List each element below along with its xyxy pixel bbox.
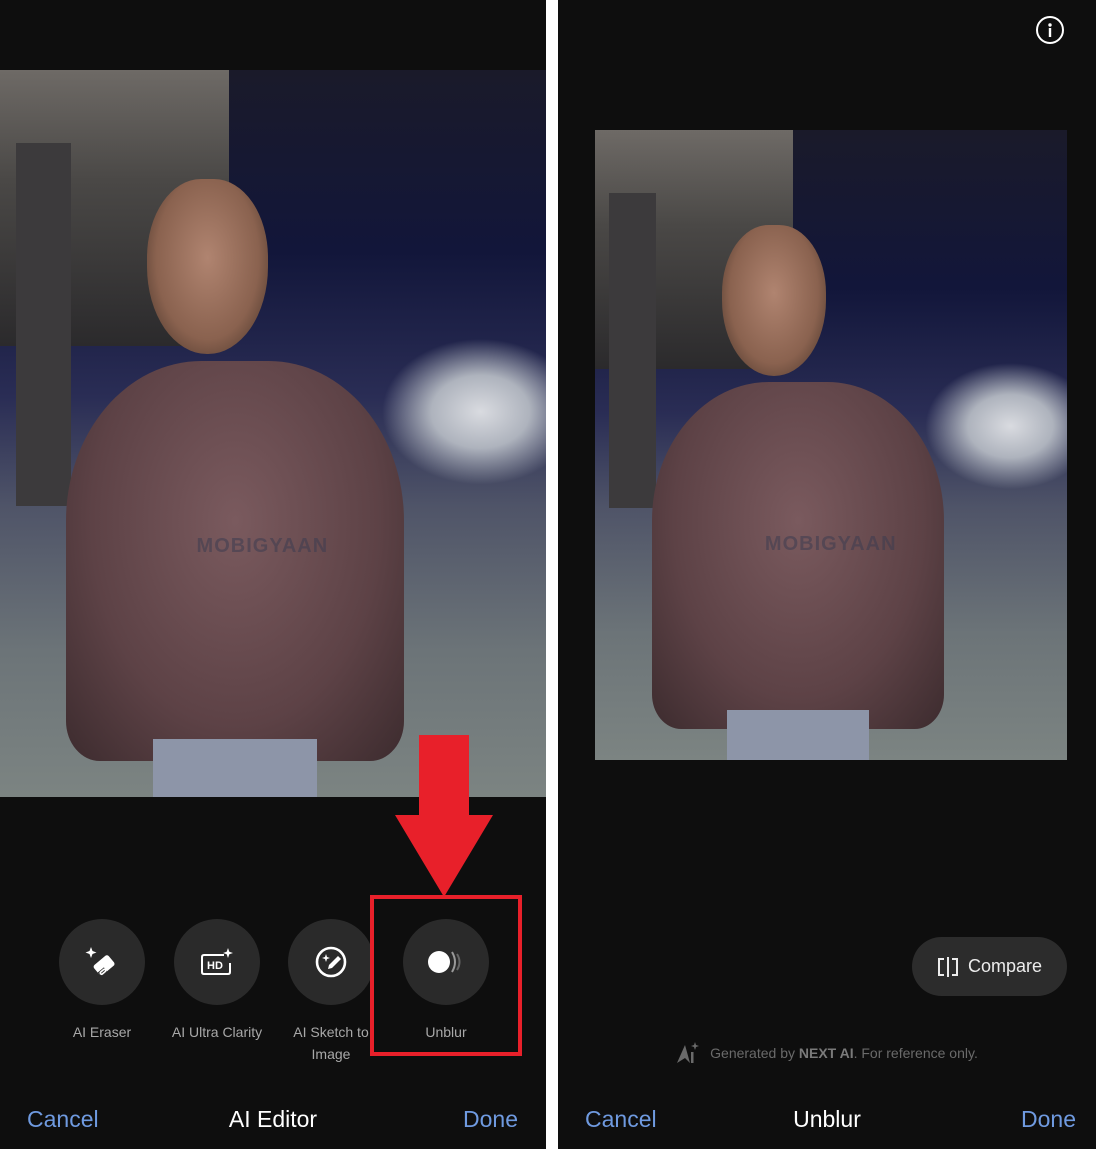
ai-sparkle-icon (677, 1042, 700, 1063)
subject-head (722, 224, 827, 376)
tool-button[interactable]: HD (174, 919, 260, 1005)
done-button[interactable]: Done (463, 1106, 518, 1133)
compare-icon (937, 956, 958, 977)
tool-ai-eraser[interactable]: AI Eraser (47, 919, 157, 1043)
ai-disclaimer: Generated by NEXT AI. For reference only… (558, 1042, 1096, 1064)
ai-note-brand: NEXT AI (798, 1045, 854, 1061)
screen-title: Unblur (793, 1106, 861, 1132)
done-button[interactable]: Done (1021, 1106, 1076, 1133)
ai-note-suffix: . For reference only. (853, 1045, 978, 1061)
watermark: MOBIGYAAN (196, 535, 329, 558)
unblur-screen: MOBIGYAAN Compare Generated by NEXT AI. … (558, 0, 1096, 1149)
tool-ai-ultra-clarity[interactable]: HD AI Ultra Clarity (162, 919, 272, 1043)
tool-label: AI Ultra Clarity (171, 1024, 263, 1040)
watermark: MOBIGYAAN (764, 533, 897, 556)
tool-label: AI Eraser (72, 1024, 132, 1040)
photo-preview-unblurred: MOBIGYAAN (595, 130, 1067, 760)
annotation-highlight-box (370, 895, 522, 1056)
bottom-bar: Cancel Unblur Done (558, 1100, 1096, 1144)
sketch-pencil-icon (315, 946, 347, 978)
eraser-sparkle-icon (85, 947, 115, 977)
info-icon (1048, 23, 1052, 37)
subject-shirt (65, 360, 405, 761)
photo-preview: MOBIGYAAN (0, 70, 546, 797)
hd-sparkle-icon: HD (201, 948, 233, 975)
tool-button[interactable] (59, 919, 145, 1005)
ai-note-prefix: Generated by (710, 1045, 799, 1061)
annotation-arrow (395, 735, 493, 897)
ai-editor-screen: MOBIGYAAN AI Eraser HD AI Ultra Clarity … (0, 0, 546, 1149)
bottom-bar: Cancel AI Editor Done (0, 1100, 546, 1144)
tool-button[interactable] (288, 919, 374, 1005)
info-button[interactable] (1036, 16, 1064, 44)
compare-label: Compare (967, 956, 1043, 976)
svg-text:HD: HD (207, 960, 223, 972)
subject-head (147, 179, 268, 354)
compare-button[interactable]: Compare (912, 937, 1067, 996)
